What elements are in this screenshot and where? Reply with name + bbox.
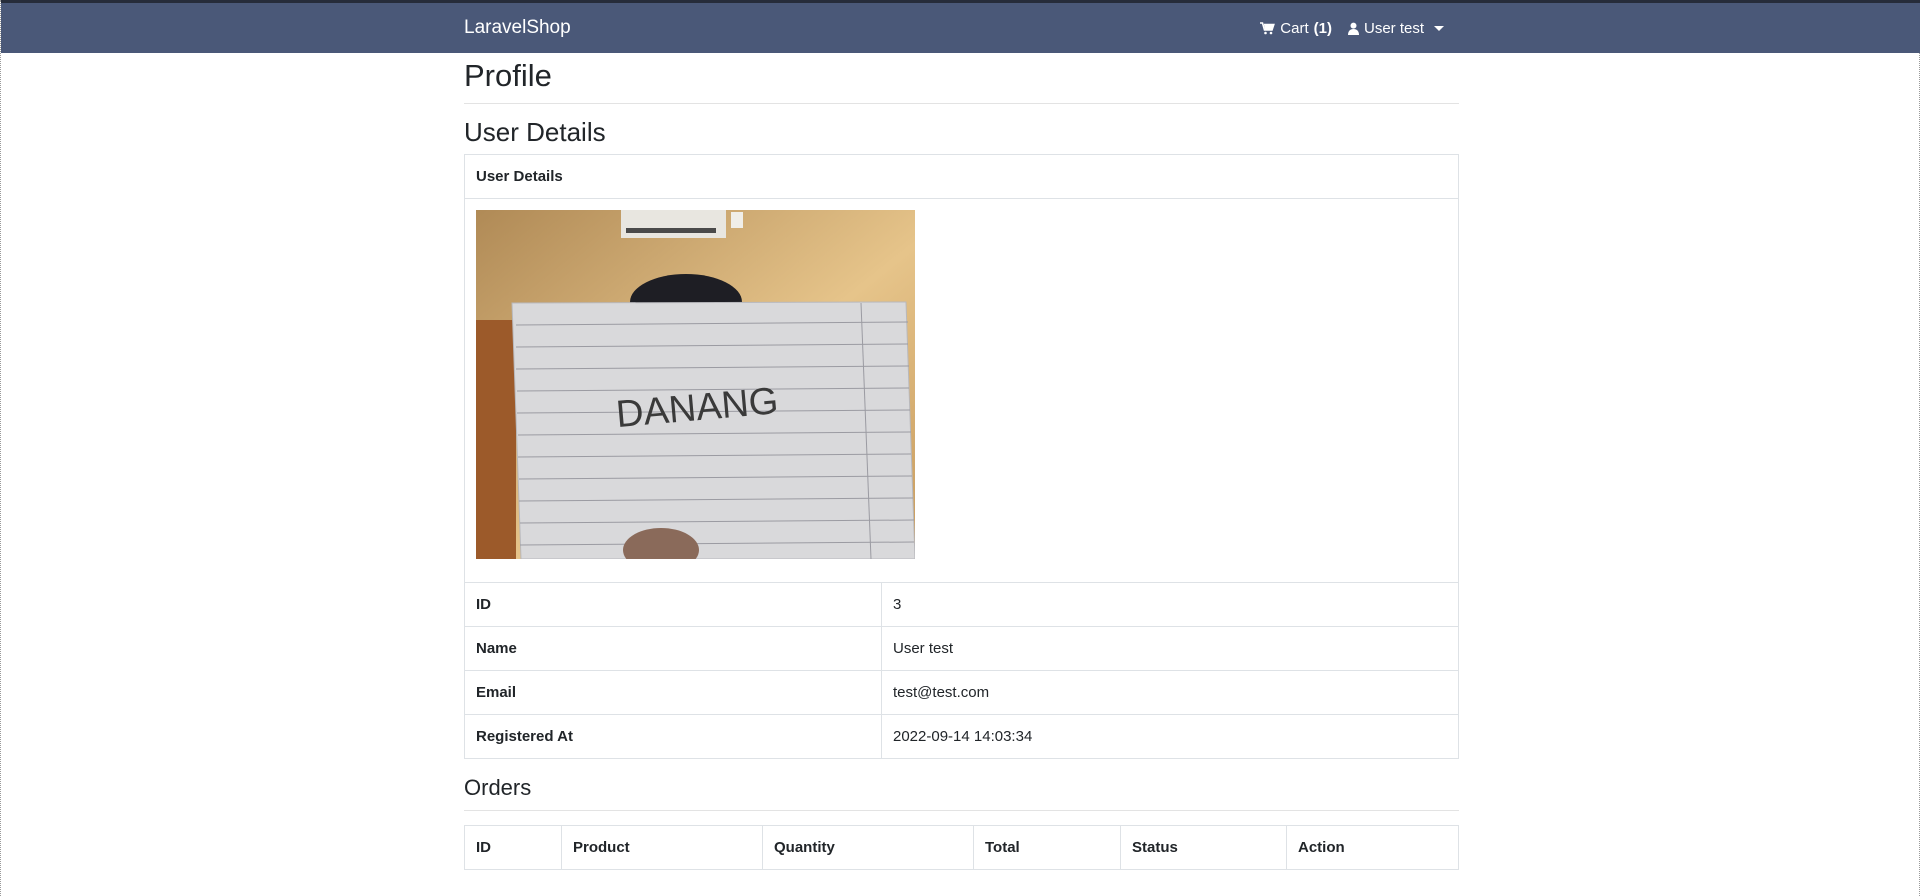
- main-container: Profile User Details User Details DANANG…: [464, 53, 1459, 870]
- column-header-product: Product: [561, 825, 763, 870]
- detail-row-email: Email test@test.com: [464, 670, 1459, 715]
- cart-link[interactable]: Cart (1): [1260, 20, 1332, 37]
- column-header-total: Total: [973, 825, 1121, 870]
- caret-down-icon: [1434, 25, 1444, 31]
- detail-key: Name: [464, 626, 882, 671]
- detail-value: 3: [881, 582, 1459, 627]
- detail-value: test@test.com: [881, 670, 1459, 715]
- cart-count: (1): [1313, 19, 1332, 37]
- detail-key: Registered At: [464, 714, 882, 759]
- detail-value: 2022-09-14 14:03:34: [881, 714, 1459, 759]
- profile-photo: DANANG: [476, 210, 915, 559]
- photo-row: DANANG: [464, 198, 1459, 583]
- detail-row-id: ID 3: [464, 582, 1459, 627]
- detail-value: User test: [881, 626, 1459, 671]
- detail-key: ID: [464, 582, 882, 627]
- orders-table: ID Product Quantity Total Status Action: [464, 825, 1459, 870]
- photo-cell: DANANG: [464, 198, 1459, 583]
- column-header-action: Action: [1286, 825, 1459, 870]
- user-icon: [1347, 22, 1359, 35]
- brand-link[interactable]: LaravelShop: [464, 3, 571, 53]
- column-header-id: ID: [464, 825, 562, 870]
- shopping-cart-icon: [1260, 21, 1276, 34]
- user-details-table: User Details DANANG ID 3 Name User test …: [464, 154, 1459, 759]
- column-header-status: Status: [1120, 825, 1287, 870]
- column-header-quantity: Quantity: [762, 825, 974, 870]
- detail-row-name: Name User test: [464, 626, 1459, 671]
- orders-title: Orders: [464, 775, 1459, 811]
- detail-row-registered-at: Registered At 2022-09-14 14:03:34: [464, 714, 1459, 759]
- cart-label: Cart: [1280, 19, 1309, 37]
- section-title: User Details: [464, 117, 606, 147]
- navbar-right: Cart (1) User test: [1260, 3, 1444, 53]
- user-name: User test: [1363, 19, 1424, 37]
- orders-header-row: ID Product Quantity Total Status Action: [464, 825, 1459, 870]
- page-title: Profile: [464, 53, 1459, 104]
- user-dropdown-toggle[interactable]: User test: [1347, 19, 1444, 37]
- details-header: User Details: [464, 154, 1459, 199]
- details-header-row: User Details: [464, 154, 1459, 199]
- detail-key: Email: [464, 670, 882, 715]
- top-navbar: LaravelShop Cart (1) User test: [1, 3, 1920, 53]
